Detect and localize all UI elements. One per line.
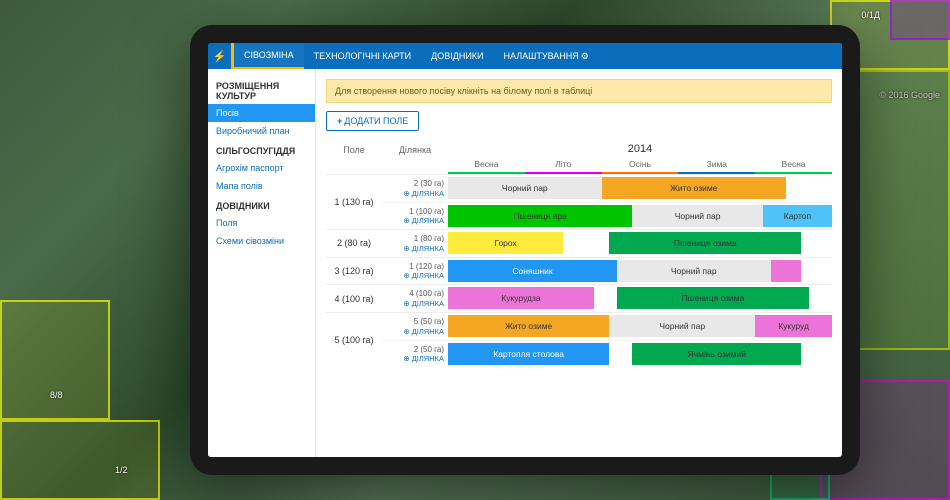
crop-bar[interactable]: Картоп (763, 205, 832, 227)
nav-item[interactable]: НАЛАШТУВАННЯ⚙ (494, 43, 599, 69)
add-plot-button[interactable]: ДІЛЯНКА (386, 189, 444, 198)
plus-icon: + (337, 116, 342, 126)
add-field-label: ДОДАТИ ПОЛЕ (344, 116, 408, 126)
plot-cell[interactable]: 4 (100 га)ДІЛЯНКА (382, 285, 448, 312)
plot-cell[interactable]: 2 (30 га)ДІЛЯНКА (382, 175, 448, 202)
nav-item[interactable]: СІВОЗМІНА (234, 43, 304, 69)
timeline-row[interactable]: Кукурудза Пшениця озима (448, 285, 832, 311)
plot-cell[interactable]: 5 (50 га)ДІЛЯНКА (382, 313, 448, 340)
map-copyright: © 2016 Google (879, 90, 940, 100)
sidebar: РОЗМІЩЕННЯ КУЛЬТУРПосівВиробничий планСІ… (208, 69, 316, 457)
crop-bar[interactable]: Ячмінь озимий (632, 343, 801, 365)
add-plot-button[interactable]: ДІЛЯНКА (386, 354, 444, 363)
season-header: Осінь (602, 157, 679, 174)
crop-bar[interactable]: Чорний пар (617, 260, 771, 282)
add-plot-button[interactable]: ДІЛЯНКА (386, 327, 444, 336)
nav-item[interactable]: ТЕХНОЛОГІЧНІ КАРТИ (304, 43, 422, 69)
crop-bar[interactable]: Горох (448, 232, 563, 254)
timeline-row[interactable]: Чорний парЖито озиме (448, 175, 832, 201)
add-plot-button[interactable]: ДІЛЯНКА (386, 271, 444, 280)
col-header-year: 2014 (448, 139, 832, 157)
col-header-plot: Ділянка (382, 139, 448, 174)
gear-icon: ⚙ (581, 51, 589, 62)
sidebar-group-title: ДОВІДНИКИ (208, 195, 315, 214)
map-parcel[interactable] (0, 420, 160, 500)
field-cell[interactable]: 1 (130 га) (326, 175, 382, 229)
timeline-row[interactable]: Горох Пшениця озима (448, 230, 832, 256)
field-cell[interactable]: 3 (120 га) (326, 258, 382, 285)
sidebar-item[interactable]: Мапа полів (208, 177, 315, 195)
add-plot-button[interactable]: ДІЛЯНКА (386, 216, 444, 225)
plot-cell[interactable]: 2 (50 га)ДІЛЯНКА (382, 341, 448, 368)
nav-item[interactable]: ДОВІДНИКИ (421, 43, 493, 69)
tablet-frame: ⚡ СІВОЗМІНАТЕХНОЛОГІЧНІ КАРТИДОВІДНИКИНА… (190, 25, 860, 475)
timeline-row[interactable]: Картопля столова Ячмінь озимий (448, 341, 832, 367)
plot-cell[interactable]: 1 (80 га)ДІЛЯНКА (382, 230, 448, 257)
timeline-row[interactable]: Жито озимеЧорний парКукуруд (448, 313, 832, 339)
sidebar-item[interactable]: Виробничий план (208, 122, 315, 140)
field-cell[interactable]: 2 (80 га) (326, 230, 382, 257)
sidebar-item[interactable]: Схеми сівозміни (208, 232, 315, 250)
sidebar-group-title: СІЛЬГОСПУГІДДЯ (208, 140, 315, 159)
timeline-row[interactable]: СоняшникЧорний пар (448, 258, 832, 284)
crop-bar[interactable]: Картопля столова (448, 343, 609, 365)
crop-bar[interactable]: Кукурудза (448, 287, 594, 309)
crop-bar[interactable]: Пшениця озима (609, 232, 801, 254)
crop-bar[interactable]: Пшениця озима (617, 287, 809, 309)
col-header-field: Поле (326, 139, 382, 174)
crop-bar[interactable]: Чорний пар (632, 205, 763, 227)
crop-bar[interactable]: Жито озиме (602, 177, 786, 199)
season-header: Весна (448, 157, 525, 174)
map-parcel[interactable] (850, 70, 950, 350)
map-parcel[interactable] (890, 0, 950, 40)
crop-bar[interactable]: Жито озиме (448, 315, 609, 337)
hint-banner: Для створення нового посіву клікніть на … (326, 79, 832, 103)
app-logo-icon[interactable]: ⚡ (208, 43, 234, 69)
season-header: Весна (755, 157, 832, 174)
crop-bar[interactable]: Чорний пар (609, 315, 755, 337)
plot-cell[interactable]: 1 (100 га)ДІЛЯНКА (382, 203, 448, 230)
crop-bar[interactable]: Чорний пар (448, 177, 602, 199)
add-plot-button[interactable]: ДІЛЯНКА (386, 299, 444, 308)
crop-rotation-table: Поле Ділянка 2014 ВеснаЛітоОсіньЗимаВесн… (326, 139, 832, 367)
parcel-label: 0/1Д (861, 10, 880, 20)
crop-bar[interactable] (771, 260, 802, 282)
sidebar-item[interactable]: Поля (208, 214, 315, 232)
plot-cell[interactable]: 1 (120 га)ДІЛЯНКА (382, 258, 448, 285)
crop-bar[interactable]: Соняшник (448, 260, 617, 282)
field-cell[interactable]: 5 (100 га) (326, 313, 382, 367)
sidebar-item[interactable]: Агрохім паспорт (208, 159, 315, 177)
sidebar-group-title: РОЗМІЩЕННЯ КУЛЬТУР (208, 75, 315, 104)
season-header: Зима (678, 157, 755, 174)
top-nav: ⚡ СІВОЗМІНАТЕХНОЛОГІЧНІ КАРТИДОВІДНИКИНА… (208, 43, 842, 69)
add-field-button[interactable]: +ДОДАТИ ПОЛЕ (326, 111, 419, 131)
tablet-screen: ⚡ СІВОЗМІНАТЕХНОЛОГІЧНІ КАРТИДОВІДНИКИНА… (208, 43, 842, 457)
season-header: Літо (525, 157, 602, 174)
add-plot-button[interactable]: ДІЛЯНКА (386, 244, 444, 253)
sidebar-item[interactable]: Посів (208, 104, 315, 122)
crop-bar[interactable]: Кукуруд (755, 315, 832, 337)
crop-bar[interactable]: Пшениця яра (448, 205, 632, 227)
field-cell[interactable]: 4 (100 га) (326, 285, 382, 312)
parcel-label: 1/2 (115, 465, 128, 475)
main-content: Для створення нового посіву клікніть на … (316, 69, 842, 457)
parcel-label: 8/8 (50, 390, 63, 400)
timeline-row[interactable]: Пшениця яраЧорний парКартоп (448, 203, 832, 229)
map-parcel[interactable] (0, 300, 110, 420)
